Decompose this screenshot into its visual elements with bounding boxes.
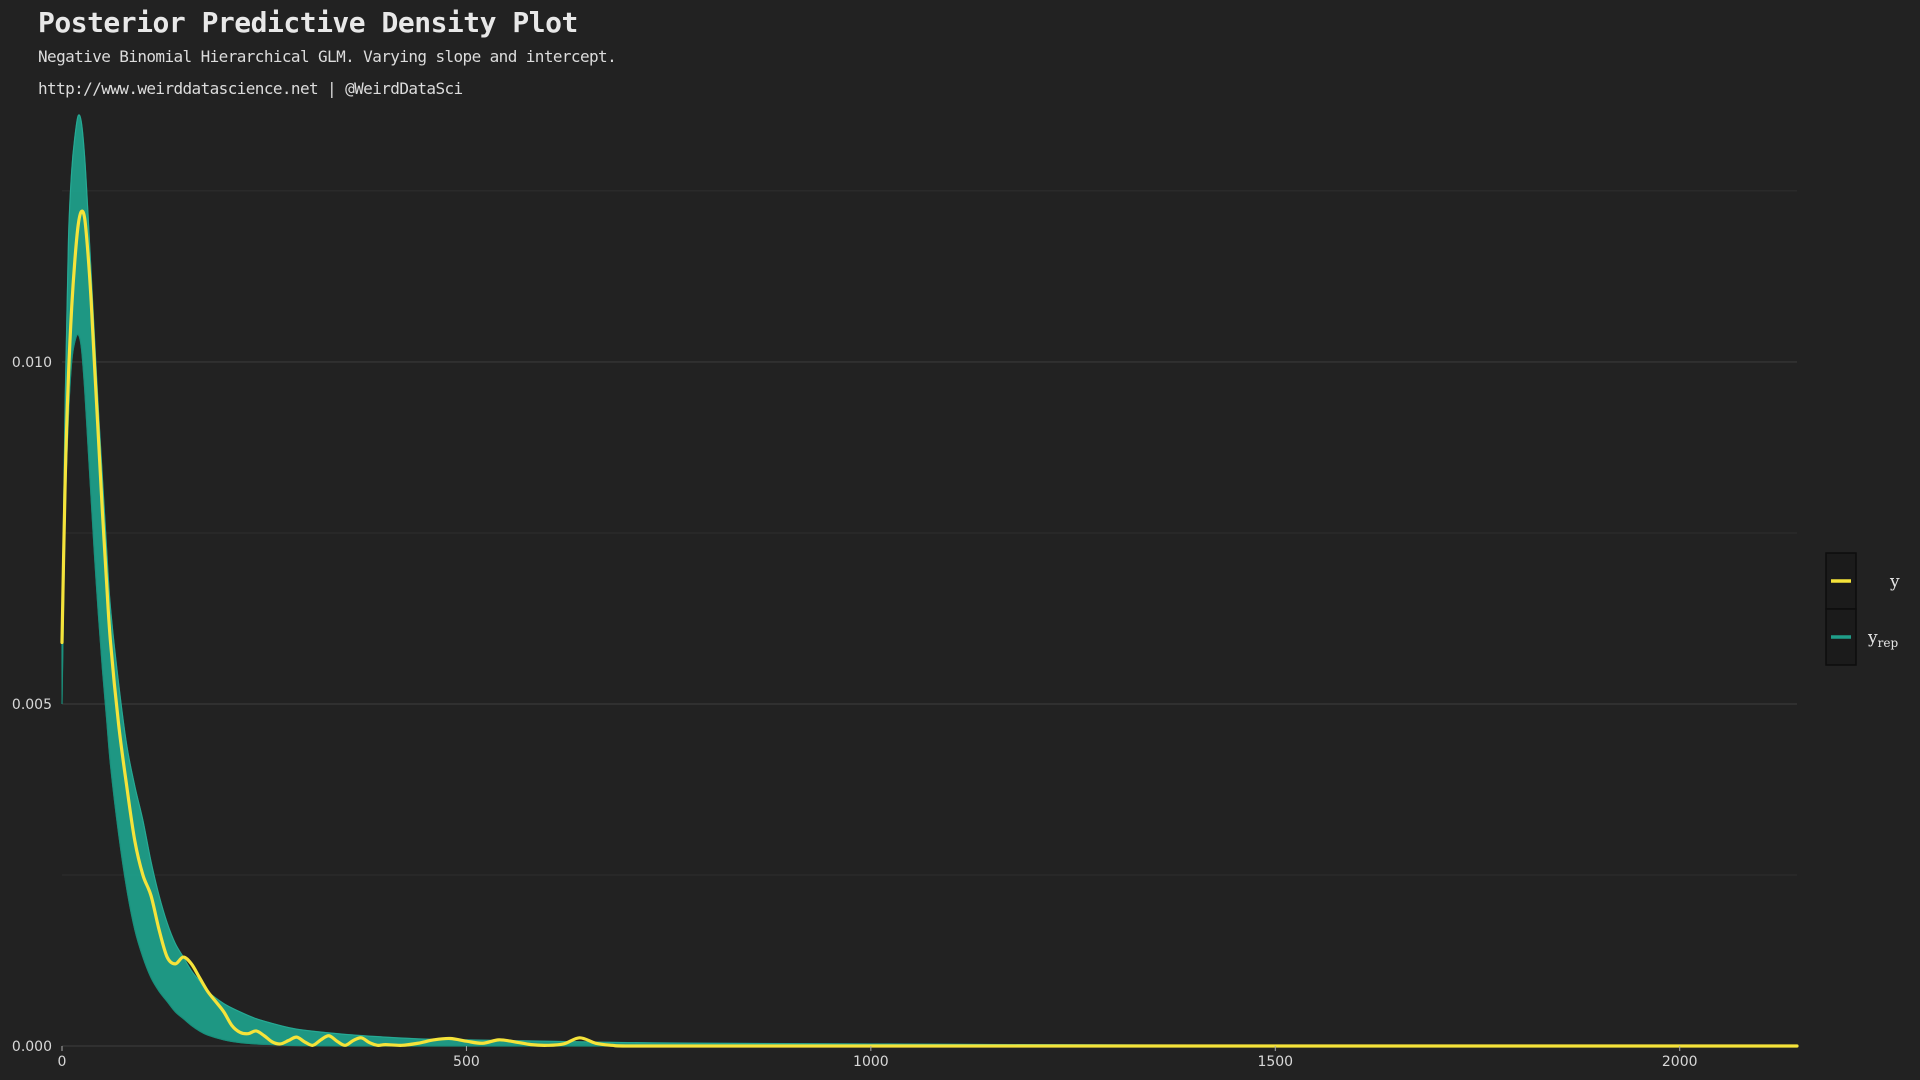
yrep-band-layer	[61, 114, 1798, 1047]
y-tick-label: 0.005	[12, 697, 52, 713]
x-tick-label: 1500	[1257, 1054, 1293, 1070]
x-tick-label: 0	[58, 1054, 67, 1070]
x-axis-ticks: 0 500 1000 1500 2000	[58, 1046, 1698, 1070]
x-tick-label: 500	[453, 1054, 480, 1070]
y-tick-label: 0.000	[12, 1039, 52, 1055]
y-axis-ticks: 0.000 0.005 0.010	[12, 355, 52, 1055]
y-tick-label: 0.010	[12, 355, 52, 371]
y-line-layer	[60, 209, 1799, 1048]
density-chart: 0 500 1000 1500 2000 0.000 0.005 0.010 y yrep	[12, 114, 1900, 1070]
y-density-line	[60, 209, 1799, 1048]
gridlines	[62, 190, 1797, 1047]
legend-label: yrep	[1867, 628, 1898, 650]
x-tick-label: 2000	[1662, 1054, 1698, 1070]
yrep-band	[61, 114, 1798, 1047]
yrep-lower-edge	[61, 333, 1797, 1047]
legend-label: y	[1889, 572, 1900, 592]
legend: y yrep	[1825, 552, 1900, 666]
x-tick-label: 1000	[853, 1054, 889, 1070]
yrep-upper-edge	[61, 114, 1798, 1047]
